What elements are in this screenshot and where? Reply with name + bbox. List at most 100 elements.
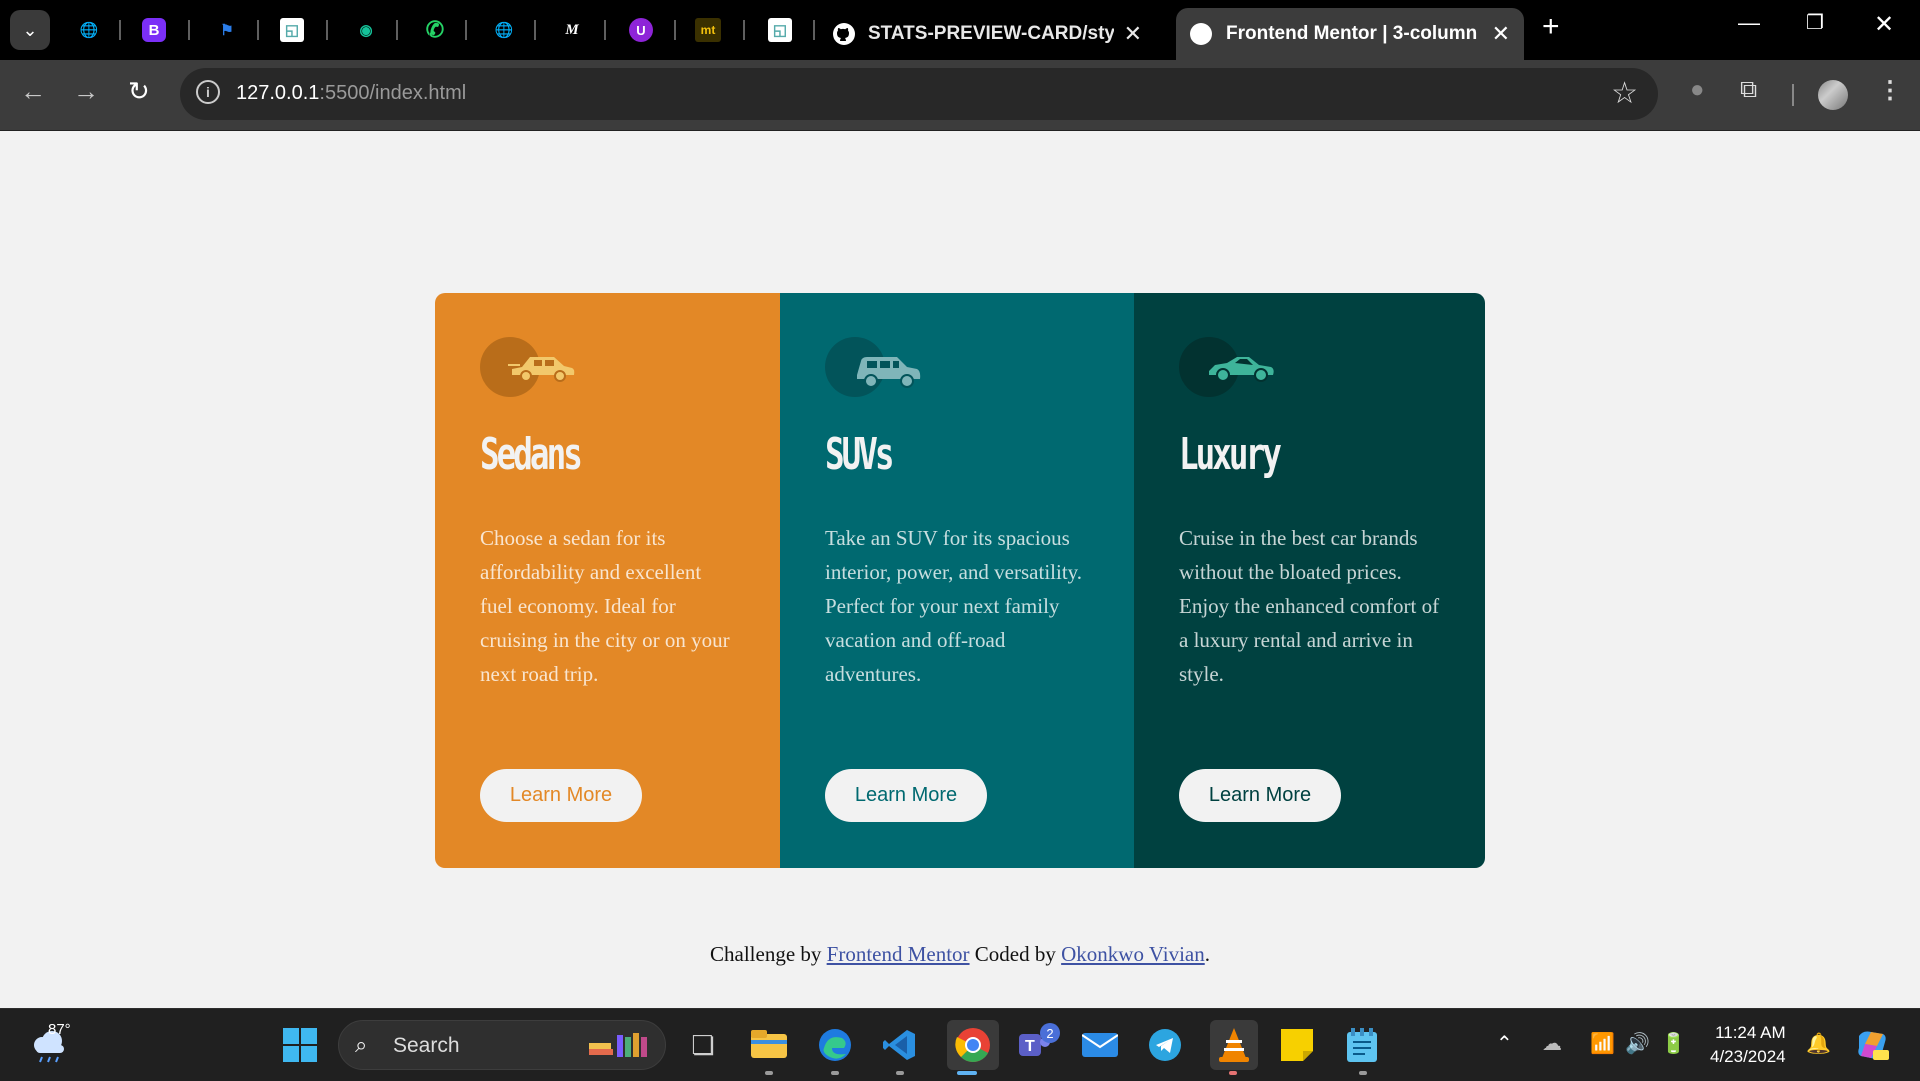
pinned-tab-medium[interactable]: M: [556, 14, 588, 46]
battery-icon[interactable]: 🔋: [1661, 1031, 1686, 1056]
running-indicator: [1359, 1071, 1367, 1075]
tab-separator: [465, 20, 467, 40]
pinned-tab-flag[interactable]: ⚑: [211, 14, 243, 46]
author-link[interactable]: Okonkwo Vivian: [1061, 942, 1205, 966]
notepad-icon[interactable]: [1342, 1025, 1382, 1065]
pinned-tab-page-2[interactable]: ◱: [768, 18, 792, 42]
window-close-button[interactable]: ✕: [1874, 10, 1894, 39]
tab-separator: [396, 20, 398, 40]
site-info-icon[interactable]: i: [196, 80, 220, 104]
chevron-up-icon[interactable]: ⌃: [1496, 1031, 1513, 1056]
running-indicator: [1229, 1071, 1237, 1075]
windows-logo-icon: [283, 1028, 317, 1062]
profile-avatar[interactable]: [1818, 80, 1848, 110]
onedrive-icon[interactable]: ☁: [1542, 1031, 1562, 1056]
forward-button[interactable]: →: [73, 76, 99, 107]
notification-badge: 2: [1040, 1023, 1060, 1043]
tab-github[interactable]: STATS-PREVIEW-CARD/styles.c ✕: [818, 8, 1156, 60]
flag-icon: ⚑: [220, 22, 234, 39]
globe-icon: 🌐: [494, 22, 514, 39]
frontend-mentor-link[interactable]: Frontend Mentor: [827, 942, 970, 966]
u-icon: U: [636, 22, 646, 38]
extension-icon[interactable]: ●: [1690, 76, 1705, 104]
pinned-tab-globe-2[interactable]: 🌐: [488, 14, 520, 46]
menu-kebab-icon[interactable]: ⋮: [1878, 76, 1902, 105]
bookmark-star-icon[interactable]: ☆: [1611, 76, 1638, 111]
address-bar[interactable]: i 127.0.0.1:5500/index.html ☆: [180, 68, 1658, 120]
card-title: Sedans: [480, 429, 583, 480]
clock-time: 11:24 AM: [1715, 1023, 1786, 1042]
edge-icon[interactable]: [815, 1025, 855, 1065]
copilot-icon[interactable]: [1852, 1025, 1892, 1065]
page-icon: ◱: [772, 22, 788, 39]
arrow-right-icon: →: [73, 76, 99, 106]
search-icon: ⌕: [355, 1032, 368, 1057]
close-icon[interactable]: ✕: [1492, 21, 1510, 47]
suv-icon: [825, 337, 925, 397]
browser-toolbar: ← → ↻ i 127.0.0.1:5500/index.html ☆ ● ⧉ …: [0, 60, 1920, 131]
extensions-puzzle-icon[interactable]: ⧉: [1740, 76, 1757, 104]
url-text[interactable]: 127.0.0.1:5500/index.html: [236, 82, 466, 105]
card-suvs: SUVs Take an SUV for its spacious interi…: [780, 293, 1134, 868]
vlc-icon[interactable]: [1210, 1020, 1258, 1070]
chrome-icon[interactable]: [947, 1020, 999, 1070]
task-view-icon[interactable]: ❏: [683, 1025, 723, 1065]
card-sedans: Sedans Choose a sedan for its affordabil…: [435, 293, 780, 868]
volume-icon[interactable]: 🔊: [1625, 1031, 1650, 1056]
learn-more-button-suvs[interactable]: Learn More: [825, 769, 987, 822]
tab-separator: [813, 20, 815, 40]
url-path: :5500/index.html: [319, 82, 467, 104]
reload-button[interactable]: ↻: [128, 76, 150, 107]
running-indicator: [831, 1071, 839, 1075]
bell-icon[interactable]: 🔔: [1806, 1031, 1831, 1056]
minimize-button[interactable]: —: [1738, 10, 1760, 36]
globe-icon: 🌐: [79, 22, 99, 39]
close-icon[interactable]: ✕: [1124, 21, 1142, 47]
learn-more-button-luxury[interactable]: Learn More: [1179, 769, 1341, 822]
learn-more-button-sedans[interactable]: Learn More: [480, 769, 642, 822]
pinned-tab-page[interactable]: ◱: [280, 18, 304, 42]
weather-temperature: 87°: [48, 1021, 71, 1038]
card-description: Take an SUV for its spacious interior, p…: [825, 526, 1083, 686]
tab-separator: [534, 20, 536, 40]
wifi-icon[interactable]: 📶: [1590, 1031, 1615, 1056]
tab-active[interactable]: Frontend Mentor | 3-column p ✕: [1176, 8, 1524, 60]
pinned-tab-mt[interactable]: mt: [695, 18, 721, 42]
tab-title: Frontend Mentor | 3-column p: [1226, 23, 1482, 44]
sticky-notes-icon[interactable]: [1277, 1025, 1317, 1065]
file-explorer-icon[interactable]: [749, 1025, 789, 1065]
arrow-left-icon: ←: [20, 76, 46, 106]
mail-icon[interactable]: [1080, 1025, 1120, 1065]
pinned-tab-grammarly[interactable]: ◉: [350, 14, 382, 46]
mt-icon: mt: [700, 23, 716, 37]
card-description: Cruise in the best car brands without th…: [1179, 526, 1440, 686]
tab-title: STATS-PREVIEW-CARD/styles.c: [868, 23, 1114, 44]
browser-tabstrip: ⌄ 🌐 B ⚑ ◱ ◉ ✆ 🌐 M U mt ◱ STATS-PREVIEW-C…: [0, 0, 1920, 60]
back-button[interactable]: ←: [20, 76, 46, 107]
vscode-icon[interactable]: [880, 1025, 920, 1065]
pinned-tab-bootstrap[interactable]: B: [142, 18, 166, 42]
globe-icon: [1190, 23, 1212, 45]
system-clock[interactable]: 11:24 AM 4/23/2024: [1710, 1021, 1786, 1069]
pinned-tab-globe[interactable]: 🌐: [73, 14, 105, 46]
running-indicator-active: [957, 1071, 977, 1075]
taskbar-search[interactable]: ⌕ Search: [338, 1020, 666, 1070]
card-luxury: Luxury Cruise in the best car brands wit…: [1134, 293, 1485, 868]
running-indicator: [765, 1071, 773, 1075]
tab-search-button[interactable]: ⌄: [10, 10, 50, 50]
windows-start-button[interactable]: [280, 1025, 320, 1065]
github-icon: [833, 23, 855, 45]
pinned-tab-whatsapp[interactable]: ✆: [419, 14, 451, 46]
tab-separator: [326, 20, 328, 40]
svg-text:T: T: [1025, 1038, 1035, 1055]
restore-button[interactable]: ❐: [1806, 10, 1824, 35]
pinned-tab-u[interactable]: U: [629, 18, 653, 42]
medium-icon: M: [565, 21, 579, 38]
attribution: Challenge by Frontend Mentor Coded by Ok…: [0, 942, 1920, 967]
taskbar: 87° ⌕ Search ❏ T 2 ⌃ ☁ 📶 🔊 🔋 11:24 AM 4/…: [0, 1008, 1920, 1081]
new-tab-button[interactable]: +: [1542, 10, 1560, 44]
telegram-icon[interactable]: [1145, 1025, 1185, 1065]
url-host: 127.0.0.1: [236, 82, 320, 104]
search-label: Search: [393, 1034, 460, 1057]
clock-date: 4/23/2024: [1710, 1047, 1786, 1066]
